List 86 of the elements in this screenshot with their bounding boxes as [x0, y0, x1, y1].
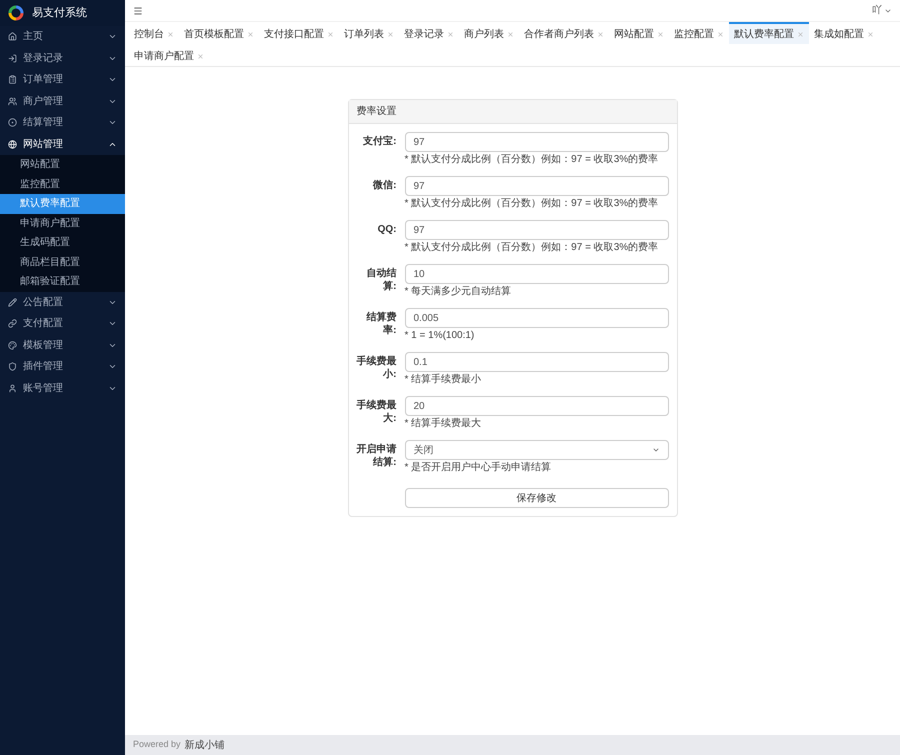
login-icon — [8, 54, 17, 63]
input-field[interactable]: 97 — [404, 220, 668, 240]
tab[interactable]: 商户列表 — [459, 22, 519, 44]
sidebar-item[interactable]: 结算管理 — [0, 112, 125, 134]
sidebar-subitem[interactable]: 监控配置 — [0, 174, 125, 194]
tab[interactable]: 网站配置 — [609, 22, 669, 44]
input-field[interactable]: 97 — [404, 132, 668, 152]
input-field[interactable]: 97 — [404, 176, 668, 196]
sidebar-item[interactable]: 网站管理 — [0, 134, 125, 155]
tab[interactable]: 登录记录 — [399, 22, 459, 44]
field-label: 开启申请结算: — [356, 442, 396, 470]
caret-icon — [652, 446, 660, 454]
user-menu[interactable]: 吖 — [872, 3, 892, 18]
tab[interactable]: 订单列表 — [339, 22, 399, 44]
sidebar-item[interactable]: 账号管理 — [0, 378, 125, 399]
globe-icon — [8, 140, 17, 149]
footer-brand: 新成小铺 — [184, 738, 225, 752]
save-button[interactable]: 保存修改 — [404, 488, 668, 508]
palette-icon — [8, 340, 17, 350]
sidebar-item[interactable]: 模板管理 — [0, 334, 125, 356]
close-icon[interactable] — [197, 52, 204, 60]
sidebar-item[interactable]: 商户管理 — [0, 90, 125, 112]
close-icon[interactable] — [797, 30, 804, 38]
close-icon[interactable] — [167, 30, 174, 38]
close-icon[interactable] — [717, 30, 724, 38]
tab[interactable]: 首页模板配置 — [179, 22, 259, 44]
sidebar-item[interactable]: 登录记录 — [0, 48, 125, 69]
circle-dot-icon — [8, 118, 17, 128]
close-icon[interactable] — [657, 30, 664, 38]
logo-icon — [8, 5, 24, 21]
field-label: 手续费最大: — [356, 398, 396, 426]
field-label: 手续费最小: — [356, 354, 396, 382]
tab[interactable]: 监控配置 — [669, 22, 729, 44]
tab[interactable]: 默认费率配置 — [729, 22, 809, 44]
logo-text: 易支付系统 — [32, 6, 87, 21]
field-hint: * 结算手续费最小 — [404, 374, 482, 386]
sidebar-item[interactable]: 订单管理 — [0, 69, 125, 90]
menu-icon[interactable] — [133, 6, 143, 16]
sidebar-item[interactable]: 公告配置 — [0, 292, 125, 313]
footer-text: Powered by — [133, 738, 181, 752]
clipboard-icon — [8, 75, 17, 84]
field-label: QQ: — [376, 223, 396, 237]
sidebar-subitem[interactable]: 默认费率配置 — [0, 194, 125, 214]
close-icon[interactable] — [327, 30, 334, 38]
sidebar-subitem[interactable]: 网站配置 — [0, 155, 125, 174]
shield-icon — [8, 362, 17, 372]
sidebar-item[interactable]: 插件管理 — [0, 356, 125, 378]
field-hint: * 默认支付分成比例（百分数）例如：97 = 收取3%的费率 — [404, 198, 660, 210]
close-icon[interactable] — [447, 30, 454, 38]
close-icon[interactable] — [867, 30, 874, 38]
select-field[interactable]: 关闭 — [404, 440, 668, 460]
close-icon[interactable] — [507, 30, 514, 38]
sidebar-item[interactable]: 支付配置 — [0, 313, 125, 334]
users-icon — [8, 96, 17, 106]
field-hint: * 1 = 1%(100:1) — [404, 330, 476, 342]
pencil-icon — [8, 298, 17, 307]
field-hint: * 默认支付分成比例（百分数）例如：97 = 收取3%的费率 — [404, 242, 660, 254]
field-label: 微信: — [372, 178, 396, 193]
field-hint: * 每天满多少元自动结算 — [404, 286, 512, 298]
sidebar-subitem[interactable]: 商品栏目配置 — [0, 252, 125, 272]
input-field[interactable]: 0.1 — [404, 352, 668, 372]
close-icon[interactable] — [247, 30, 254, 38]
input-field[interactable]: 0.005 — [404, 308, 668, 328]
field-label: 支付宝: — [362, 134, 396, 149]
sidebar-subitem[interactable]: 生成码配置 — [0, 233, 125, 252]
input-field[interactable]: 10 — [404, 264, 668, 284]
sidebar-subitem[interactable]: 申请商户配置 — [0, 214, 125, 233]
sidebar-subitem[interactable]: 邮箱验证配置 — [0, 272, 125, 292]
tab[interactable]: 控制台 — [129, 22, 179, 44]
field-label: 自动结算: — [366, 266, 396, 294]
tab[interactable]: 申请商户配置 — [129, 44, 209, 66]
field-hint: * 是否开启用户中心手动申请结算 — [404, 462, 552, 474]
card-title: 费率设置 — [348, 100, 676, 124]
tab[interactable]: 支付接口配置 — [259, 22, 339, 44]
field-hint: * 结算手续费最大 — [404, 418, 482, 430]
tab[interactable]: 合作者商户列表 — [519, 22, 609, 44]
field-hint: * 默认支付分成比例（百分数）例如：97 = 收取3%的费率 — [404, 154, 660, 166]
field-label: 结算费率: — [365, 310, 396, 338]
input-field[interactable]: 20 — [404, 396, 668, 416]
tab[interactable]: 集成如配置 — [809, 22, 879, 44]
link-icon — [8, 319, 17, 328]
close-icon[interactable] — [387, 30, 394, 38]
house-icon — [8, 32, 17, 42]
sidebar-item[interactable]: 主页 — [0, 26, 125, 48]
user-icon — [8, 384, 17, 393]
close-icon[interactable] — [597, 30, 604, 38]
